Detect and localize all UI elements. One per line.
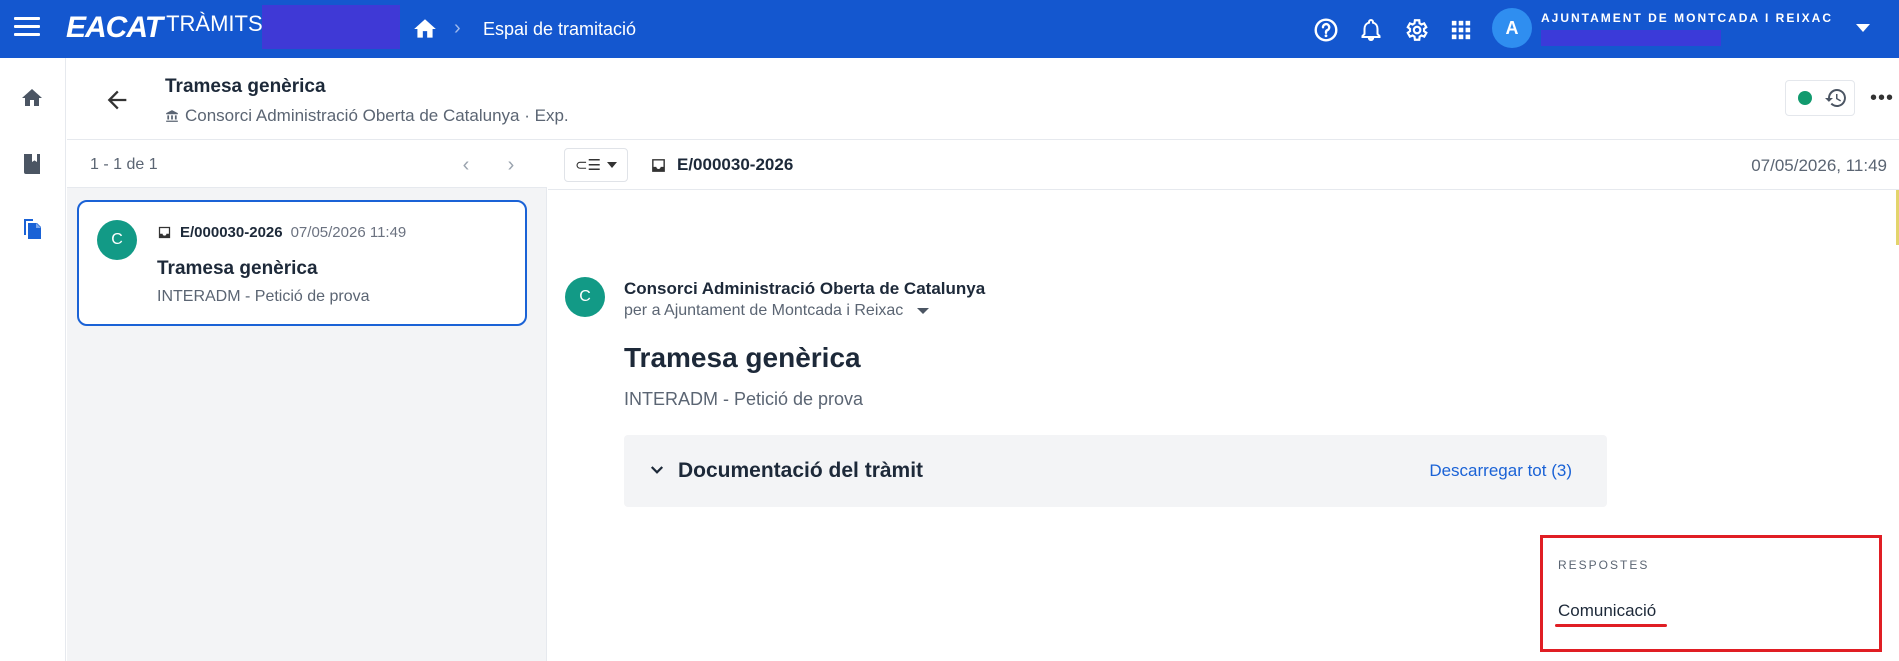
home-icon[interactable] — [16, 82, 48, 114]
org-avatar[interactable]: A — [1492, 8, 1532, 48]
message-recipient[interactable]: per a Ajuntament de Montcada i Reixac — [624, 302, 930, 320]
page-subtitle: Consorci Administració Oberta de Catalun… — [165, 106, 569, 126]
breadcrumb-chevron-icon: › — [454, 17, 461, 39]
message-sender: Consorci Administració Oberta de Catalun… — [624, 279, 986, 298]
message-recipient-text: per a Ajuntament de Montcada i Reixac — [624, 302, 904, 319]
filter-icon: ⊂☰ — [574, 157, 601, 174]
record-title: Tramesa genèrica — [157, 258, 318, 279]
chevron-down-icon — [917, 308, 930, 314]
status-box — [1785, 80, 1855, 116]
filter-dropdown[interactable]: ⊂☰ — [564, 148, 628, 182]
record-description: INTERADM - Petició de prova — [157, 288, 370, 305]
highlight-underline — [1555, 624, 1667, 627]
list-count: 1 - 1 de 1 — [90, 156, 158, 173]
download-all-link[interactable]: Descarregar tot (3) — [1429, 461, 1572, 481]
org-name: AJUNTAMENT DE MONTCADA I REIXAC — [1541, 11, 1833, 25]
institution-icon — [166, 110, 178, 122]
inbox-icon — [158, 226, 171, 239]
help-icon[interactable] — [1310, 14, 1341, 45]
home-icon[interactable] — [412, 16, 438, 42]
apps-grid-icon[interactable] — [1445, 14, 1476, 45]
page-title: Tramesa genèrica — [165, 76, 326, 97]
book-icon[interactable] — [16, 148, 48, 180]
record-list: 1 - 1 de 1 ‹ › C E/000030-2026 07/05/202… — [67, 140, 547, 661]
response-item-comunicacio[interactable]: Comunicació — [1558, 601, 1656, 621]
gear-icon[interactable] — [1400, 14, 1431, 45]
prev-page-button[interactable]: ‹ — [454, 153, 478, 177]
more-options-icon[interactable]: ••• — [1870, 88, 1894, 108]
detail-date: 07/05/2026, 11:49 — [1751, 156, 1887, 175]
responses-panel: RESPOSTES Comunicació — [1540, 535, 1882, 652]
side-rail — [0, 58, 66, 661]
documents-title[interactable]: Documentació del tràmit — [678, 459, 923, 483]
page-subtitle-text: Consorci Administració Oberta de Catalun… — [185, 106, 569, 125]
app-logo[interactable]: EACAT TRÀMITS — [66, 10, 263, 46]
back-arrow-icon[interactable] — [103, 86, 131, 114]
bell-icon[interactable] — [1355, 14, 1386, 45]
avatar: C — [565, 277, 605, 317]
history-icon[interactable] — [1824, 86, 1848, 110]
detail-code-text: E/000030-2026 — [677, 155, 794, 174]
menu-icon[interactable] — [14, 17, 40, 39]
redacted-block — [1541, 30, 1721, 46]
list-item[interactable]: C E/000030-2026 07/05/2026 11:49 Tramesa… — [77, 200, 527, 326]
next-page-button[interactable]: › — [499, 153, 523, 177]
breadcrumb[interactable]: Espai de tramitació — [483, 18, 636, 40]
record-header: Tramesa genèrica Consorci Administració … — [67, 58, 1899, 140]
documents-icon[interactable] — [16, 212, 48, 244]
avatar: C — [97, 220, 137, 260]
detail-code: E/000030-2026 — [650, 155, 793, 175]
message-description: INTERADM - Petició de prova — [624, 389, 864, 409]
redacted-block — [262, 5, 400, 49]
message-title: Tramesa genèrica — [624, 342, 861, 373]
documents-panel: Documentació del tràmit Descarregar tot … — [624, 435, 1607, 507]
detail-toolbar: ⊂☰ E/000030-2026 07/05/2026, 11:49 — [548, 140, 1899, 190]
list-toolbar: 1 - 1 de 1 ‹ › — [67, 140, 547, 188]
top-bar: EACAT TRÀMITS › Espai de tramitació A AJ… — [0, 0, 1899, 58]
responses-label: RESPOSTES — [1558, 558, 1650, 572]
status-dot — [1798, 91, 1812, 105]
record-code: E/000030-2026 — [180, 224, 283, 241]
inbox-icon — [652, 158, 665, 172]
chevron-down-icon — [607, 162, 617, 168]
chevron-down-icon[interactable] — [648, 461, 666, 479]
chevron-down-icon[interactable] — [1856, 24, 1870, 32]
record-date: 07/05/2026 11:49 — [290, 224, 407, 241]
logo-main: EACAT — [66, 11, 163, 44]
logo-sub: TRÀMITS — [166, 11, 263, 36]
